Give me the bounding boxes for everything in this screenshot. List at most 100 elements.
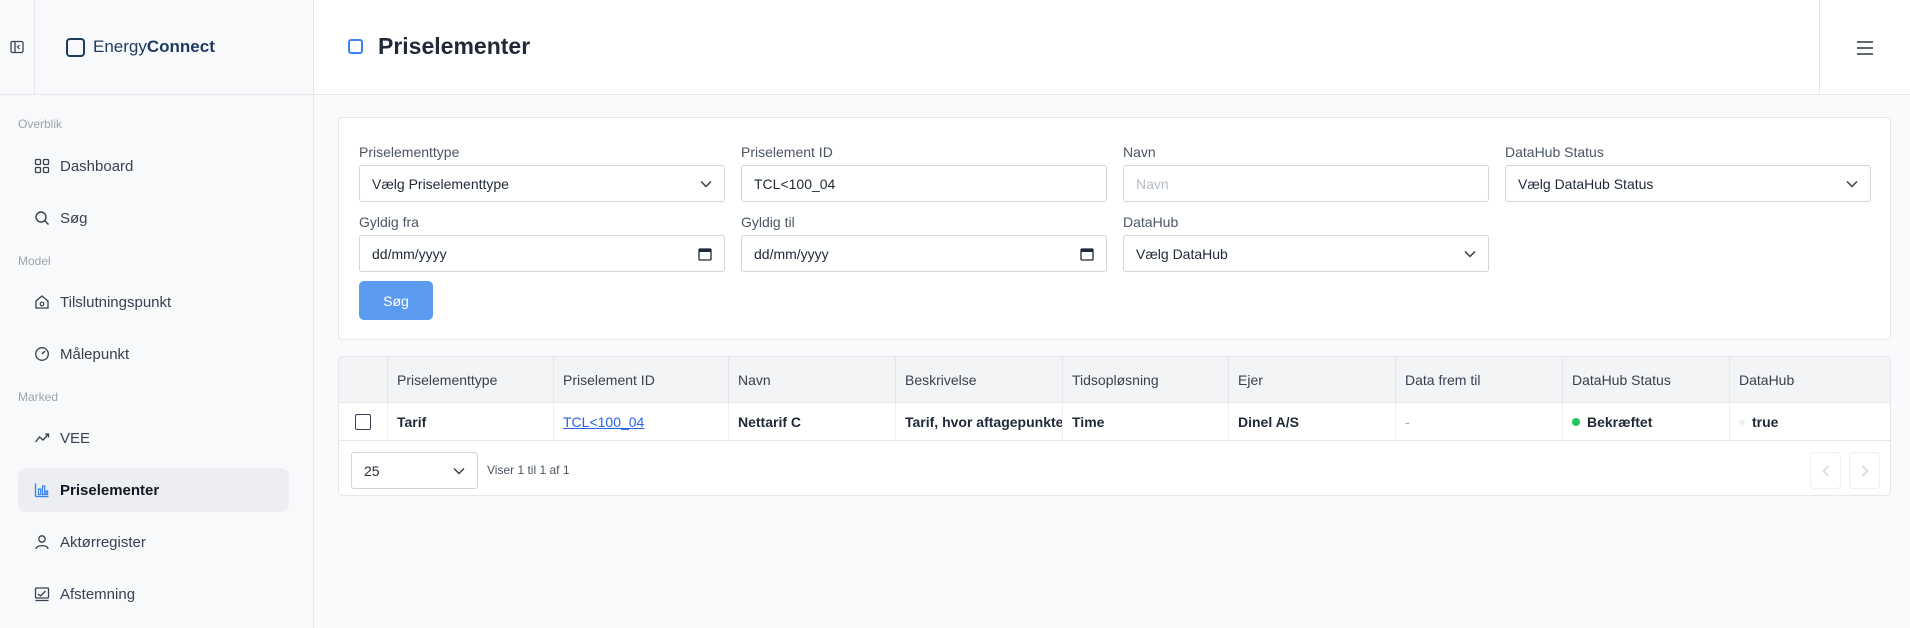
sidebar-item-vee[interactable]: VEE [18,416,289,460]
search-icon [35,211,49,225]
section-label-marked: Marked [18,390,59,404]
house-icon [35,295,49,309]
gyldig-til-date-input[interactable]: dd/mm/yyyy [741,235,1107,272]
cell-datahub: true [1730,403,1890,441]
sidebar-item-label: Dashboard [60,157,134,175]
priselement-id-input[interactable]: TCL<100_04 [741,165,1107,202]
cell-id: TCL<100_04 [554,403,729,441]
grid-icon [34,158,50,174]
search-button[interactable]: Søg [359,281,433,320]
sidebar-item-search[interactable]: Søg [18,196,289,240]
label-priselementtype: Priselementtype [359,144,460,160]
column-header[interactable]: Navn [729,357,896,403]
sidebar-item-label: Afstemning [60,585,136,603]
label-gyldig-til: Gyldig til [741,214,795,230]
column-header[interactable]: Priselementtype [388,357,554,403]
datahub-value: Vælg DataHub [1136,245,1228,262]
column-header[interactable]: Tidsopløsning [1063,357,1229,403]
brand-name-bold: Connect [146,37,215,56]
sidebar-item-label: VEE [60,429,91,447]
column-header[interactable]: Beskrivelse [896,357,1063,403]
sidebar-top: Energy Connect [0,0,313,95]
gyldig-fra-value: dd/mm/yyyy [372,245,447,262]
sidebar-item-label: Målepunkt [60,345,130,363]
cell-owner: Dinel A/S [1229,403,1396,441]
label-datahub: DataHub [1123,214,1179,230]
column-header[interactable]: Ejer [1229,357,1396,403]
sidebar-item-label: Aktørregister [60,533,146,551]
user-icon [35,535,49,550]
datahub-status-select[interactable]: Vælg DataHub Status [1505,165,1871,202]
priselement-id-value: TCL<100_04 [754,175,836,192]
hamburger-icon [1857,40,1873,55]
gyldig-fra-date-input[interactable]: dd/mm/yyyy [359,235,725,272]
cell-resolution: Time [1063,403,1229,441]
chevron-right-icon [1861,464,1869,477]
cell-name: Nettarif C [729,403,896,441]
menu-button[interactable] [1819,0,1910,95]
datahub-status-value: Vælg DataHub Status [1518,175,1654,192]
datahub-value: true [1752,414,1779,430]
section-label-model: Model [18,254,51,268]
page-title: Priselementer [378,33,531,59]
sidebar-collapse-icon [10,40,24,54]
column-header[interactable]: DataHub Status [1563,357,1730,403]
chevron-down-icon [453,467,465,475]
chevron-down-icon [700,180,712,188]
cell-type: Tarif [388,403,554,441]
navn-input[interactable]: Navn [1123,165,1489,202]
brand-name-light: Energy [93,37,147,56]
page-size-value: 25 [364,462,380,479]
cell-status: Bekræftet [1563,403,1730,441]
row-checkbox[interactable] [355,414,371,430]
priselementtype-value: Vælg Priselementtype [372,175,509,192]
status-dot-icon [1572,418,1580,426]
brand-logo[interactable]: Energy Connect [66,37,215,57]
sidebar: Energy Connect Overblik Dashboard Søg Mod… [0,0,314,628]
table-row[interactable]: Tarif TCL<100_04 Nettarif C Tarif, hvor … [339,403,1890,441]
gauge-icon [35,347,49,361]
column-header[interactable]: Priselement ID [554,357,729,403]
check-chart-icon [34,587,50,602]
sidebar-item-tilslutningspunkt[interactable]: Tilslutningspunkt [18,280,289,324]
gyldig-til-value: dd/mm/yyyy [754,245,829,262]
brand-icon [66,37,85,57]
datahub-select[interactable]: Vælg DataHub [1123,235,1489,272]
datahub-dot-icon [1739,419,1745,425]
chevron-down-icon [1846,180,1858,188]
prev-page-button[interactable] [1810,452,1841,489]
sidebar-item-dashboard[interactable]: Dashboard [18,144,289,188]
status-badge: Bekræftet [1587,414,1653,430]
sidebar-item-label: Priselementer [60,481,160,499]
page-size-select[interactable]: 25 [351,452,478,489]
page-title-icon [348,39,363,54]
priselement-id-link[interactable]: TCL<100_04 [563,414,644,430]
pagination-summary: Viser 1 til 1 af 1 [487,463,570,477]
sidebar-item-label: Tilslutningspunkt [60,293,172,311]
sidebar-item-aktoerregister[interactable]: Aktørregister [18,520,289,564]
column-header[interactable]: DataHub [1730,357,1890,403]
trend-icon [34,433,50,443]
filter-panel: Priselementtype Vælg Priselementtype Pri… [338,117,1891,340]
sidebar-item-afstemning[interactable]: Afstemning [18,572,289,616]
navn-placeholder: Navn [1136,175,1169,192]
page-header: Priselementer [314,0,1910,95]
calendar-icon[interactable] [1080,247,1094,261]
sidebar-toggle-button[interactable] [0,0,35,95]
select-all-column [339,357,388,403]
calendar-icon[interactable] [698,247,712,261]
label-navn: Navn [1123,144,1156,160]
sidebar-item-priselementer[interactable]: Priselementer [18,468,289,512]
cell-data-until: - [1396,403,1563,441]
label-gyldig-fra: Gyldig fra [359,214,419,230]
table-header: Priselementtype Priselement ID Navn Besk… [339,357,1890,403]
next-page-button[interactable] [1849,452,1880,489]
section-label-overblik: Overblik [18,117,63,131]
sidebar-item-maalepunkt[interactable]: Målepunkt [18,332,289,376]
chevron-left-icon [1821,464,1829,477]
chart-icon [34,483,49,498]
sidebar-item-label: Søg [60,209,88,227]
column-header[interactable]: Data frem til [1396,357,1563,403]
chevron-down-icon [1464,250,1476,258]
priselementtype-select[interactable]: Vælg Priselementtype [359,165,725,202]
